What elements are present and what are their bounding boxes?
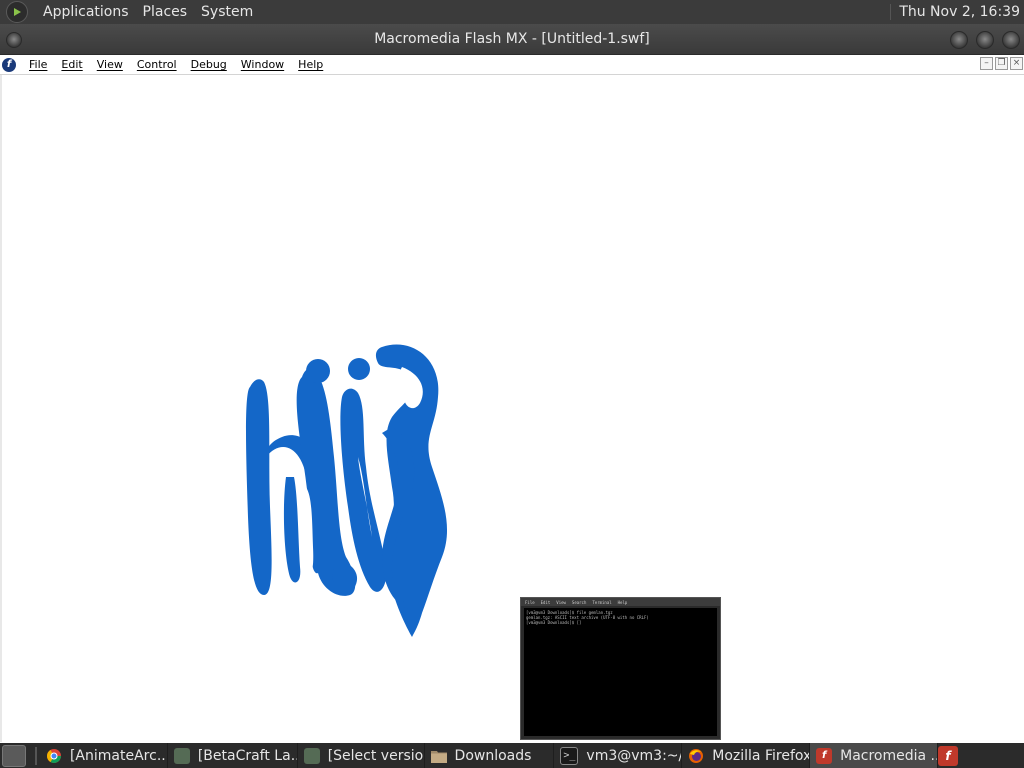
terminal-thumbnail-preview[interactable]: File Edit View Search Terminal Help [vm3… xyxy=(520,597,721,740)
thumb-menu-item: Edit xyxy=(540,599,551,605)
menubar: f File Edit View Control Debug Window He… xyxy=(0,55,1024,75)
menu-edit[interactable]: Edit xyxy=(54,58,89,71)
doc-minimize-button[interactable]: – xyxy=(980,57,993,70)
bottom-taskbar: [AnimateArc... [BetaCraft La... [Select … xyxy=(0,743,1024,768)
terminal-line: [vm3@vm3 Downloads]$ [] xyxy=(526,620,582,625)
minimize-button[interactable] xyxy=(950,31,968,49)
firefox-icon xyxy=(688,748,704,764)
taskbar-separator xyxy=(34,746,37,765)
blue-abstract-artwork xyxy=(246,344,448,637)
menu-help[interactable]: Help xyxy=(291,58,330,71)
flash-icon: f xyxy=(816,747,833,764)
close-button[interactable] xyxy=(1002,31,1020,49)
task-animatearc[interactable]: [AnimateArc... xyxy=(40,743,168,768)
distro-logo-icon[interactable] xyxy=(6,1,28,23)
thumbnail-terminal-body: [vm3@vm3 Downloads]$ file gemlan.tgz gem… xyxy=(524,608,717,736)
thumbnail-menubar: File Edit View Search Terminal Help xyxy=(521,598,720,606)
menu-view[interactable]: View xyxy=(90,58,130,71)
terminal-icon: >_ xyxy=(560,746,579,765)
top-panel: Applications Places System Thu Nov 2, 16… xyxy=(0,0,1024,24)
task-label: Macromedia ... xyxy=(840,747,938,764)
thumb-menu-item: Search xyxy=(571,599,587,605)
folder-icon xyxy=(430,748,447,764)
task-label: [Select version] xyxy=(327,747,424,764)
task-firefox[interactable]: Mozilla Firefox xyxy=(682,743,811,768)
thumb-menu-item: View xyxy=(556,599,566,605)
task-label: Mozilla Firefox xyxy=(712,747,811,764)
applications-menu[interactable]: Applications xyxy=(36,4,136,20)
maximize-button[interactable] xyxy=(976,31,994,49)
chrome-icon xyxy=(46,748,62,764)
doc-close-button[interactable]: × xyxy=(1010,57,1023,70)
task-betacraft[interactable]: [BetaCraft La... xyxy=(168,743,298,768)
task-downloads[interactable]: Downloads xyxy=(425,743,555,768)
task-label: [BetaCraft La... xyxy=(197,747,298,764)
task-terminal[interactable]: >_ vm3@vm3:~/... xyxy=(554,743,683,768)
menu-window[interactable]: Window xyxy=(234,58,291,71)
flash-tray-icon[interactable]: f xyxy=(938,745,958,766)
task-label: Downloads xyxy=(454,747,532,764)
task-select-version[interactable]: [Select version] xyxy=(298,743,425,768)
flash-app-icon[interactable]: f xyxy=(2,57,16,72)
menu-control[interactable]: Control xyxy=(130,58,184,71)
system-menu[interactable]: System xyxy=(194,4,260,20)
thumb-menu-item: Help xyxy=(617,599,628,605)
window-menu-button[interactable] xyxy=(6,32,22,48)
task-label: [AnimateArc... xyxy=(69,747,168,764)
task-macromedia[interactable]: f Macromedia ... xyxy=(810,743,938,768)
app-icon xyxy=(303,747,320,764)
app-icon xyxy=(173,747,190,764)
task-label: vm3@vm3:~/... xyxy=(586,747,681,764)
thumb-menu-item: File xyxy=(525,599,535,605)
thumb-menu-item: Terminal xyxy=(592,599,612,605)
doc-restore-button[interactable]: ❐ xyxy=(995,57,1008,70)
window-titlebar[interactable]: Macromedia Flash MX - [Untitled-1.swf] xyxy=(0,24,1024,55)
window-title: Macromedia Flash MX - [Untitled-1.swf] xyxy=(374,31,650,47)
menu-file[interactable]: File xyxy=(22,58,54,71)
clock[interactable]: Thu Nov 2, 16:39 xyxy=(890,4,1020,20)
swf-stage[interactable] xyxy=(0,75,1024,742)
menu-debug[interactable]: Debug xyxy=(184,58,234,71)
places-menu[interactable]: Places xyxy=(136,4,195,20)
show-desktop-icon[interactable] xyxy=(2,744,26,767)
